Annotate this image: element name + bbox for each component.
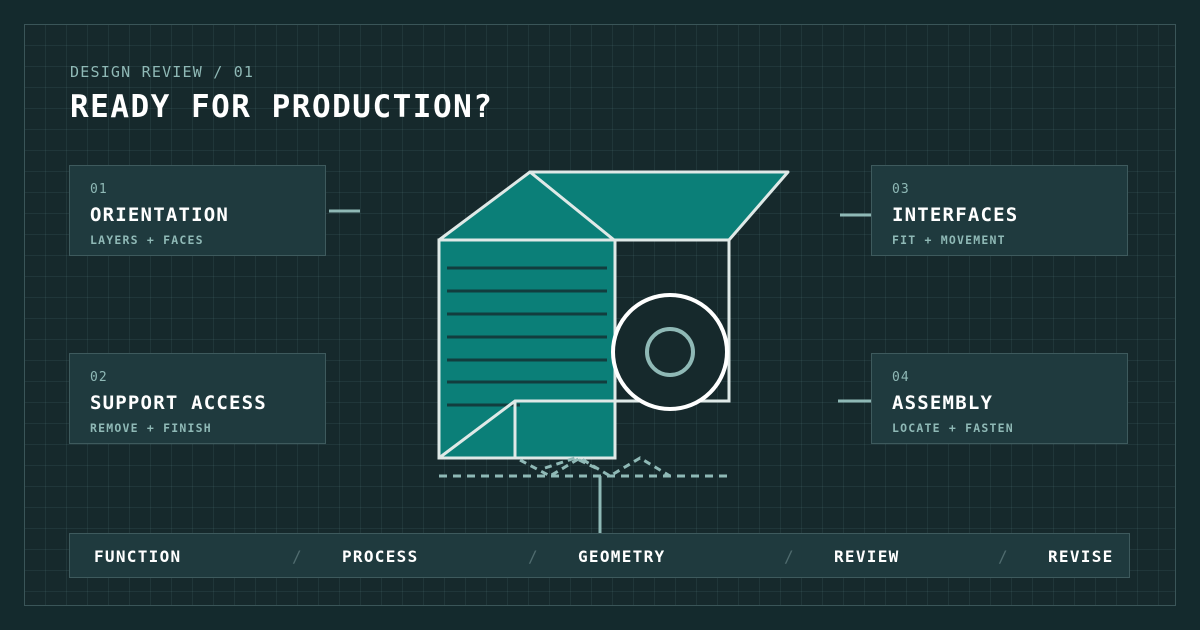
process-step-process: PROCESS xyxy=(342,547,419,566)
process-bar: FUNCTION / PROCESS / GEOMETRY / REVIEW /… xyxy=(69,533,1130,578)
card-title: SUPPORT ACCESS xyxy=(90,392,267,414)
process-step-revise: REVISE xyxy=(1048,547,1114,566)
process-separator: / xyxy=(528,547,538,566)
card-interfaces: 03 INTERFACES FIT + MOVEMENT xyxy=(871,165,1128,256)
card-title: ASSEMBLY xyxy=(892,392,994,414)
card-subtitle: LAYERS + FACES xyxy=(90,233,204,247)
card-number: 04 xyxy=(892,370,910,385)
card-number: 03 xyxy=(892,182,910,197)
process-separator: / xyxy=(292,547,302,566)
card-number: 01 xyxy=(90,182,108,197)
card-support-access: 02 SUPPORT ACCESS REMOVE + FINISH xyxy=(69,353,326,444)
card-assembly: 04 ASSEMBLY LOCATE + FASTEN xyxy=(871,353,1128,444)
card-orientation: 01 ORIENTATION LAYERS + FACES xyxy=(69,165,326,256)
process-step-geometry: GEOMETRY xyxy=(578,547,666,566)
support-zigzag-2 xyxy=(544,456,601,472)
card-number: 02 xyxy=(90,370,108,385)
process-step-function: FUNCTION xyxy=(94,547,182,566)
card-subtitle: REMOVE + FINISH xyxy=(90,421,212,435)
part-front-face xyxy=(437,238,617,460)
card-title: INTERFACES xyxy=(892,204,1019,226)
process-separator: / xyxy=(998,547,1008,566)
process-separator: / xyxy=(784,547,794,566)
process-step-review: REVIEW xyxy=(834,547,900,566)
card-title: ORIENTATION xyxy=(90,204,230,226)
card-subtitle: FIT + MOVEMENT xyxy=(892,233,1006,247)
hole-outer-icon xyxy=(611,293,729,411)
card-subtitle: LOCATE + FASTEN xyxy=(892,421,1014,435)
